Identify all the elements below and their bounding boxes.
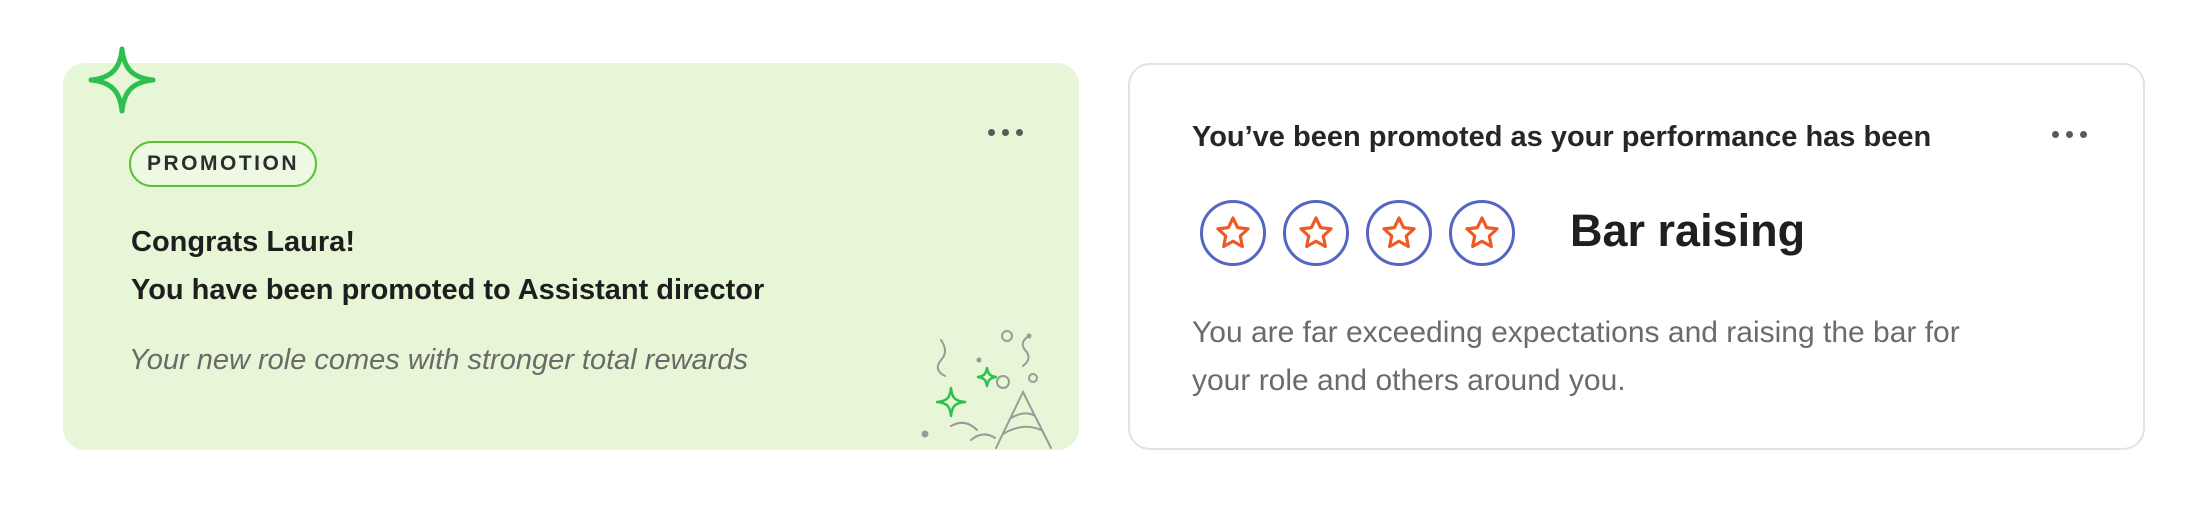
rewards-subtext: Your new role comes with stronger total … [129, 344, 748, 376]
star-rating [1200, 200, 1515, 266]
rating-label: Bar raising [1570, 205, 1806, 256]
sparkle-icon [88, 46, 156, 114]
star-icon [1366, 200, 1432, 266]
congrats-text: Congrats Laura! [131, 226, 355, 258]
more-options-icon[interactable] [988, 129, 1023, 136]
performance-title: You’ve been promoted as your performance… [1192, 121, 1932, 153]
party-popper-icon [921, 330, 1052, 449]
rating-description: You are far exceeding expectations and r… [1192, 316, 1960, 397]
performance-card: You’ve been promoted as your performance… [1128, 63, 2145, 450]
star-icon [1200, 200, 1266, 266]
star-icon [1283, 200, 1349, 266]
promotion-text: You have been promoted to Assistant dire… [131, 274, 765, 306]
promotion-badge: PROMOTION [129, 141, 317, 187]
more-options-icon[interactable] [2052, 131, 2087, 138]
star-icon [1449, 200, 1515, 266]
promotion-card: PROMOTION Congrats Laura! You have been … [63, 46, 1079, 450]
